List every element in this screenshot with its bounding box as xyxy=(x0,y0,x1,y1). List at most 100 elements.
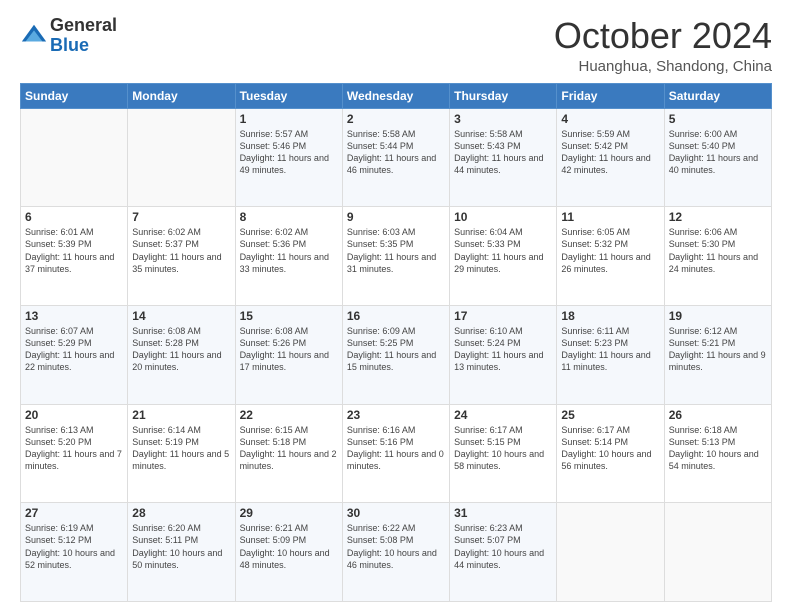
logo-blue-text: Blue xyxy=(50,35,89,55)
table-row: 30 Sunrise: 6:22 AM Sunset: 5:08 PM Dayli… xyxy=(342,503,449,602)
cell-details: Sunrise: 6:04 AM Sunset: 5:33 PM Dayligh… xyxy=(454,226,552,275)
header: General Blue October 2024 Huanghua, Shan… xyxy=(20,16,772,75)
cell-details: Sunrise: 6:13 AM Sunset: 5:20 PM Dayligh… xyxy=(25,424,123,473)
cell-details: Sunrise: 6:08 AM Sunset: 5:28 PM Dayligh… xyxy=(132,325,230,374)
day-number: 17 xyxy=(454,309,552,323)
table-row: 6Sunrise: 6:01 AM Sunset: 5:39 PM Daylig… xyxy=(21,207,128,306)
day-number: 12 xyxy=(669,210,767,224)
table-row: 3 Sunrise: 5:58 AM Sunset: 5:43 PM Daylig… xyxy=(450,108,557,207)
table-row: 20 Sunrise: 6:13 AM Sunset: 5:20 PM Dayli… xyxy=(21,404,128,503)
day-number: 30 xyxy=(347,506,445,520)
cell-details: Sunrise: 6:05 AM Sunset: 5:32 PM Dayligh… xyxy=(561,226,659,275)
day-number: 4 xyxy=(561,112,659,126)
day-number: 18 xyxy=(561,309,659,323)
day-number: 21 xyxy=(132,408,230,422)
table-row: 5Sunrise: 6:00 AM Sunset: 5:40 PM Daylig… xyxy=(664,108,771,207)
month-title: October 2024 xyxy=(554,16,772,56)
table-row: 10 Sunrise: 6:04 AM Sunset: 5:33 PM Dayli… xyxy=(450,207,557,306)
day-number: 10 xyxy=(454,210,552,224)
table-row: 12 Sunrise: 6:06 AM Sunset: 5:30 PM Dayli… xyxy=(664,207,771,306)
cell-details: Sunrise: 6:00 AM Sunset: 5:40 PM Dayligh… xyxy=(669,128,767,177)
day-number: 3 xyxy=(454,112,552,126)
cell-details: Sunrise: 5:57 AM Sunset: 5:46 PM Dayligh… xyxy=(240,128,338,177)
cell-details: Sunrise: 6:18 AM Sunset: 5:13 PM Dayligh… xyxy=(669,424,767,473)
table-row: 22Sunrise: 6:15 AM Sunset: 5:18 PM Dayli… xyxy=(235,404,342,503)
cell-details: Sunrise: 6:06 AM Sunset: 5:30 PM Dayligh… xyxy=(669,226,767,275)
day-number: 23 xyxy=(347,408,445,422)
day-number: 20 xyxy=(25,408,123,422)
day-number: 2 xyxy=(347,112,445,126)
table-row: 14 Sunrise: 6:08 AM Sunset: 5:28 PM Dayli… xyxy=(128,305,235,404)
day-number: 14 xyxy=(132,309,230,323)
location: Huanghua, Shandong, China xyxy=(554,58,772,75)
cell-details: Sunrise: 6:22 AM Sunset: 5:08 PM Dayligh… xyxy=(347,522,445,571)
logo-general-text: General xyxy=(50,15,117,35)
table-row: 31Sunrise: 6:23 AM Sunset: 5:07 PM Dayli… xyxy=(450,503,557,602)
day-number: 24 xyxy=(454,408,552,422)
cell-details: Sunrise: 6:20 AM Sunset: 5:11 PM Dayligh… xyxy=(132,522,230,571)
table-row: 24 Sunrise: 6:17 AM Sunset: 5:15 PM Dayli… xyxy=(450,404,557,503)
col-wednesday: Wednesday xyxy=(342,83,449,108)
cell-details: Sunrise: 6:07 AM Sunset: 5:29 PM Dayligh… xyxy=(25,325,123,374)
day-number: 13 xyxy=(25,309,123,323)
cell-details: Sunrise: 6:01 AM Sunset: 5:39 PM Dayligh… xyxy=(25,226,123,275)
table-row: 7 Sunrise: 6:02 AM Sunset: 5:37 PM Daylig… xyxy=(128,207,235,306)
table-row: 1 Sunrise: 5:57 AM Sunset: 5:46 PM Daylig… xyxy=(235,108,342,207)
table-row: 2 Sunrise: 5:58 AM Sunset: 5:44 PM Daylig… xyxy=(342,108,449,207)
table-row: 15 Sunrise: 6:08 AM Sunset: 5:26 PM Dayli… xyxy=(235,305,342,404)
table-row: 18Sunrise: 6:11 AM Sunset: 5:23 PM Dayli… xyxy=(557,305,664,404)
table-row xyxy=(128,108,235,207)
col-tuesday: Tuesday xyxy=(235,83,342,108)
cell-details: Sunrise: 6:02 AM Sunset: 5:37 PM Dayligh… xyxy=(132,226,230,275)
day-number: 8 xyxy=(240,210,338,224)
table-row: 29Sunrise: 6:21 AM Sunset: 5:09 PM Dayli… xyxy=(235,503,342,602)
table-row: 27 Sunrise: 6:19 AM Sunset: 5:12 PM Dayli… xyxy=(21,503,128,602)
day-number: 9 xyxy=(347,210,445,224)
col-thursday: Thursday xyxy=(450,83,557,108)
table-row: 28Sunrise: 6:20 AM Sunset: 5:11 PM Dayli… xyxy=(128,503,235,602)
cell-details: Sunrise: 6:08 AM Sunset: 5:26 PM Dayligh… xyxy=(240,325,338,374)
table-row: 19Sunrise: 6:12 AM Sunset: 5:21 PM Dayli… xyxy=(664,305,771,404)
logo: General Blue xyxy=(20,16,117,56)
col-monday: Monday xyxy=(128,83,235,108)
day-number: 27 xyxy=(25,506,123,520)
day-number: 1 xyxy=(240,112,338,126)
day-number: 25 xyxy=(561,408,659,422)
day-number: 11 xyxy=(561,210,659,224)
table-row: 8 Sunrise: 6:02 AM Sunset: 5:36 PM Daylig… xyxy=(235,207,342,306)
day-number: 26 xyxy=(669,408,767,422)
cell-details: Sunrise: 5:58 AM Sunset: 5:44 PM Dayligh… xyxy=(347,128,445,177)
col-friday: Friday xyxy=(557,83,664,108)
cell-details: Sunrise: 6:10 AM Sunset: 5:24 PM Dayligh… xyxy=(454,325,552,374)
day-number: 7 xyxy=(132,210,230,224)
calendar-week-row: 20 Sunrise: 6:13 AM Sunset: 5:20 PM Dayli… xyxy=(21,404,772,503)
col-saturday: Saturday xyxy=(664,83,771,108)
cell-details: Sunrise: 6:17 AM Sunset: 5:15 PM Dayligh… xyxy=(454,424,552,473)
day-number: 16 xyxy=(347,309,445,323)
calendar-table: Sunday Monday Tuesday Wednesday Thursday… xyxy=(20,83,772,602)
calendar-week-row: 13 Sunrise: 6:07 AM Sunset: 5:29 PM Dayli… xyxy=(21,305,772,404)
cell-details: Sunrise: 6:14 AM Sunset: 5:19 PM Dayligh… xyxy=(132,424,230,473)
table-row: 9Sunrise: 6:03 AM Sunset: 5:35 PM Daylig… xyxy=(342,207,449,306)
cell-details: Sunrise: 6:16 AM Sunset: 5:16 PM Dayligh… xyxy=(347,424,445,473)
cell-details: Sunrise: 6:02 AM Sunset: 5:36 PM Dayligh… xyxy=(240,226,338,275)
table-row: 13 Sunrise: 6:07 AM Sunset: 5:29 PM Dayli… xyxy=(21,305,128,404)
table-row: 21 Sunrise: 6:14 AM Sunset: 5:19 PM Dayli… xyxy=(128,404,235,503)
calendar-header-row: Sunday Monday Tuesday Wednesday Thursday… xyxy=(21,83,772,108)
table-row: 17 Sunrise: 6:10 AM Sunset: 5:24 PM Dayli… xyxy=(450,305,557,404)
cell-details: Sunrise: 6:09 AM Sunset: 5:25 PM Dayligh… xyxy=(347,325,445,374)
cell-details: Sunrise: 6:17 AM Sunset: 5:14 PM Dayligh… xyxy=(561,424,659,473)
cell-details: Sunrise: 5:58 AM Sunset: 5:43 PM Dayligh… xyxy=(454,128,552,177)
cell-details: Sunrise: 6:19 AM Sunset: 5:12 PM Dayligh… xyxy=(25,522,123,571)
logo-icon xyxy=(20,21,48,49)
table-row: 23 Sunrise: 6:16 AM Sunset: 5:16 PM Dayli… xyxy=(342,404,449,503)
day-number: 15 xyxy=(240,309,338,323)
table-row: 26 Sunrise: 6:18 AM Sunset: 5:13 PM Dayli… xyxy=(664,404,771,503)
table-row: 11 Sunrise: 6:05 AM Sunset: 5:32 PM Dayli… xyxy=(557,207,664,306)
table-row xyxy=(21,108,128,207)
table-row xyxy=(557,503,664,602)
title-section: October 2024 Huanghua, Shandong, China xyxy=(554,16,772,75)
table-row: 16 Sunrise: 6:09 AM Sunset: 5:25 PM Dayli… xyxy=(342,305,449,404)
col-sunday: Sunday xyxy=(21,83,128,108)
table-row xyxy=(664,503,771,602)
